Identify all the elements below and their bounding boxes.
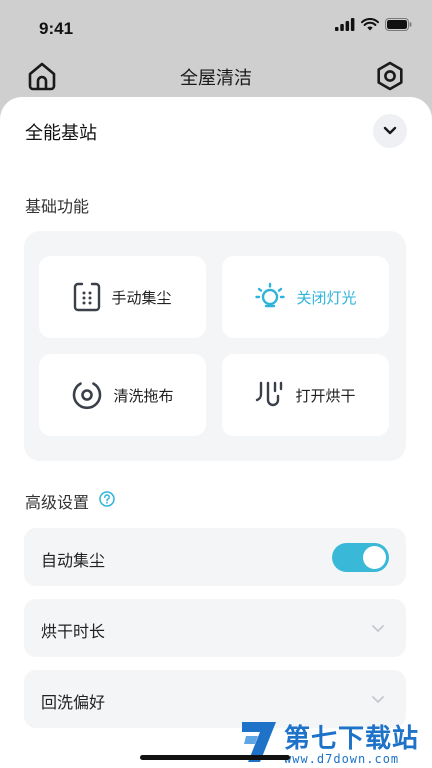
dry-on-label: 打开烘干	[295, 386, 356, 405]
top-bar: 全屋清洁	[0, 56, 432, 100]
light-off-button[interactable]: 关闭灯光	[222, 256, 389, 338]
dust-bin-icon	[74, 282, 101, 312]
watermark-url: www.d7down.com	[284, 752, 400, 766]
dry-heat-icon	[256, 381, 283, 407]
basic-section-label: 基础功能	[25, 197, 90, 216]
manual-dust-button[interactable]: 手动集尘	[39, 256, 206, 338]
auto-dust-row: 自动集尘	[24, 528, 406, 586]
watermark: 第七下载站 www.d7down.com	[236, 718, 432, 768]
chevron-down-icon	[372, 696, 384, 703]
chevron-down-icon	[372, 625, 384, 632]
dry-on-button[interactable]: 打开烘干	[222, 354, 389, 436]
settings-button[interactable]	[374, 60, 406, 92]
auto-dust-toggle[interactable]	[332, 543, 389, 572]
dry-duration-label: 烘干时长	[41, 622, 106, 641]
wifi-icon	[361, 18, 379, 31]
collapse-button[interactable]	[373, 114, 407, 148]
battery-icon	[385, 18, 412, 31]
mop-wash-icon	[73, 382, 102, 410]
status-bar: 9:41	[0, 0, 432, 56]
station-sheet: 全能基站 基础功能 手动集尘 关闭灯光 清洗拖布 打开烘干 高级设置 自动集尘 …	[0, 97, 432, 768]
toggle-knob	[363, 546, 386, 569]
home-indicator	[140, 755, 290, 760]
rewash-preference-label: 回洗偏好	[41, 693, 106, 712]
status-time: 9:41	[39, 19, 74, 38]
light-off-label: 关闭灯光	[296, 288, 357, 307]
wash-mop-label: 清洗拖布	[113, 386, 174, 405]
chevron-down-icon	[383, 126, 397, 135]
wash-mop-button[interactable]: 清洗拖布	[39, 354, 206, 436]
lightbulb-icon	[255, 282, 286, 308]
help-icon[interactable]	[99, 491, 115, 507]
hexagon-settings-icon	[377, 61, 403, 91]
status-icons	[335, 18, 412, 31]
advanced-section-label: 高级设置	[25, 493, 90, 512]
signal-icon	[335, 18, 355, 31]
manual-dust-label: 手动集尘	[111, 288, 172, 307]
page-title: 全屋清洁	[180, 68, 252, 89]
sheet-title: 全能基站	[25, 123, 97, 144]
dry-duration-row[interactable]: 烘干时长	[24, 599, 406, 657]
watermark-title: 第七下载站	[284, 724, 420, 754]
auto-dust-label: 自动集尘	[41, 551, 106, 570]
function-panel: 手动集尘 关闭灯光 清洗拖布 打开烘干	[24, 231, 406, 461]
